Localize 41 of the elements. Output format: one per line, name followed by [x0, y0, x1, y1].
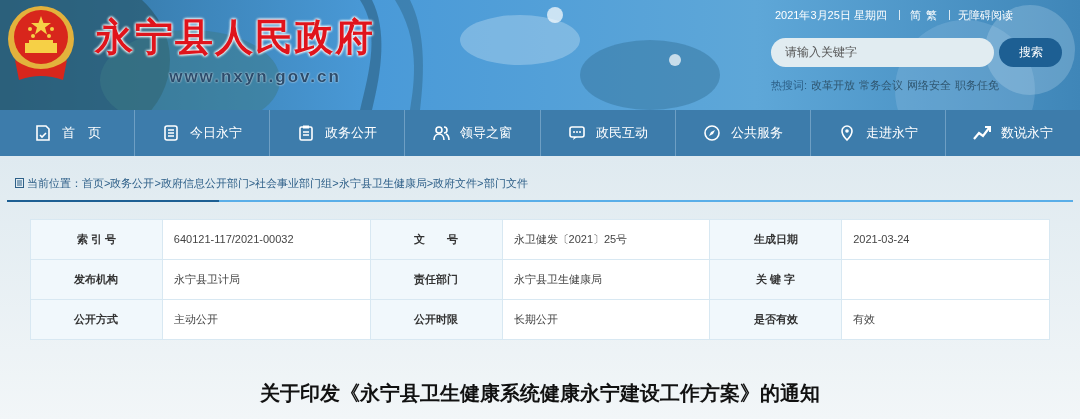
field-value: 主动公开: [162, 299, 371, 340]
field-value: 永宁县卫计局: [162, 259, 371, 300]
hot-word-link[interactable]: 常务会议: [859, 76, 904, 93]
document-icon: [15, 178, 24, 188]
field-label: 责任部门: [370, 259, 503, 300]
hot-word-link[interactable]: 网络安全: [907, 76, 952, 93]
search-field[interactable]: 请输入关键字: [771, 37, 995, 67]
field-value: 有效: [841, 299, 1050, 340]
national-emblem-icon: [5, 5, 77, 83]
nav-icon: [297, 124, 316, 142]
field-label: 索 引 号: [30, 219, 163, 260]
field-label: 发布机构: [30, 259, 163, 300]
field-value: 长期公开: [502, 299, 710, 340]
nav-icon: [702, 124, 721, 142]
field-label: 文 号: [370, 219, 503, 260]
field-label: 关 键 字: [709, 259, 842, 300]
nav-icon: [972, 124, 991, 142]
hot-words-label: 热搜词:: [771, 77, 808, 93]
field-label: 公开时限: [370, 299, 503, 340]
site-title: 永宁县人民政府: [95, 15, 375, 60]
hot-word-link[interactable]: 改革开放: [811, 76, 856, 93]
field-value: 永卫健发〔2021〕25号: [502, 219, 710, 260]
accessibility-link[interactable]: 无障碍阅读: [957, 7, 1013, 24]
hot-word-link[interactable]: 职务任免: [955, 76, 1000, 93]
language-link[interactable]: 简: [909, 7, 921, 24]
current-date: 2021年3月25日 星期四: [775, 8, 887, 23]
language-link[interactable]: 繁: [925, 7, 937, 24]
nav-icon: [162, 124, 181, 142]
field-label: 公开方式: [30, 299, 163, 340]
nav-item[interactable]: 首 页: [0, 110, 135, 156]
nav-icon: [33, 124, 52, 142]
breadcrumb: 当前位置：首页>政务公开>政府信息公开部门>社会事业部门组>永宁县卫生健康局>政府文件>部门文件: [27, 175, 528, 191]
article-title: 关于印发《永宁县卫生健康系统健康永宁建设工作方案》的通知: [259, 381, 821, 406]
field-value: 640121-117/2021-00032: [162, 219, 371, 260]
nav-icon: [567, 124, 586, 142]
field-label: 生成日期: [709, 219, 842, 260]
nav-icon: [432, 124, 451, 142]
site-url: www.nxyn.gov.cn: [169, 66, 341, 88]
field-label: 是否有效: [709, 299, 842, 340]
field-value: 2021-03-24: [841, 219, 1050, 260]
field-value: 永宁县卫生健康局: [502, 259, 710, 300]
